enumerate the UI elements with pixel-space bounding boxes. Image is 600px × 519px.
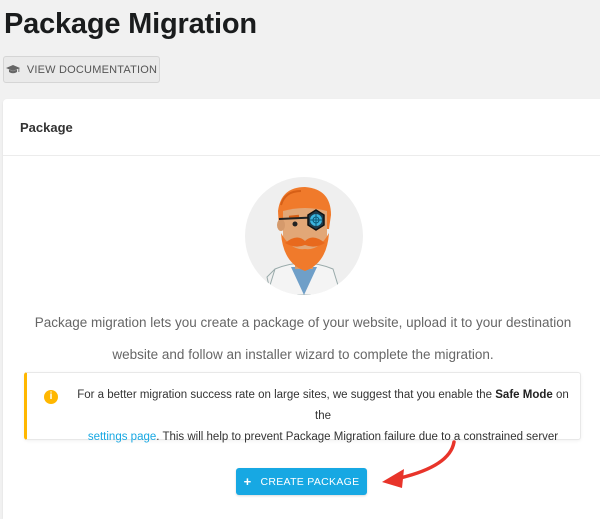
notice-text: For a better migration success rate on l… [69,385,577,448]
page-title: Package Migration [4,8,257,40]
view-documentation-button[interactable]: VIEW DOCUMENTATION [3,56,160,83]
mascot-avatar [245,177,363,295]
info-icon: i [44,390,58,404]
notice-text-part-1: For a better migration success rate on l… [77,389,496,401]
safe-mode-notice: i For a better migration success rate on… [24,372,581,443]
settings-page-link[interactable]: settings page [88,431,156,443]
package-card: Package Package migration lets you creat… [3,99,600,519]
description: Package migration lets you create a pack… [23,307,583,371]
notice-text-part-3: . This will help to prevent Package Migr… [156,431,559,443]
red-arrow-annotation [382,440,456,488]
create-package-button[interactable]: + CREATE PACKAGE [236,468,367,495]
card-title: Package [3,99,600,156]
view-documentation-label: VIEW DOCUMENTATION [26,63,158,76]
safe-mode-label: Safe Mode [495,389,553,401]
plus-icon: + [243,474,252,489]
description-line-1: Package migration lets you create a pack… [34,315,572,330]
description-line-2: website and follow an installer wizard t… [112,347,494,362]
create-package-label: CREATE PACKAGE [260,475,360,488]
graduation-cap-icon [5,64,20,75]
